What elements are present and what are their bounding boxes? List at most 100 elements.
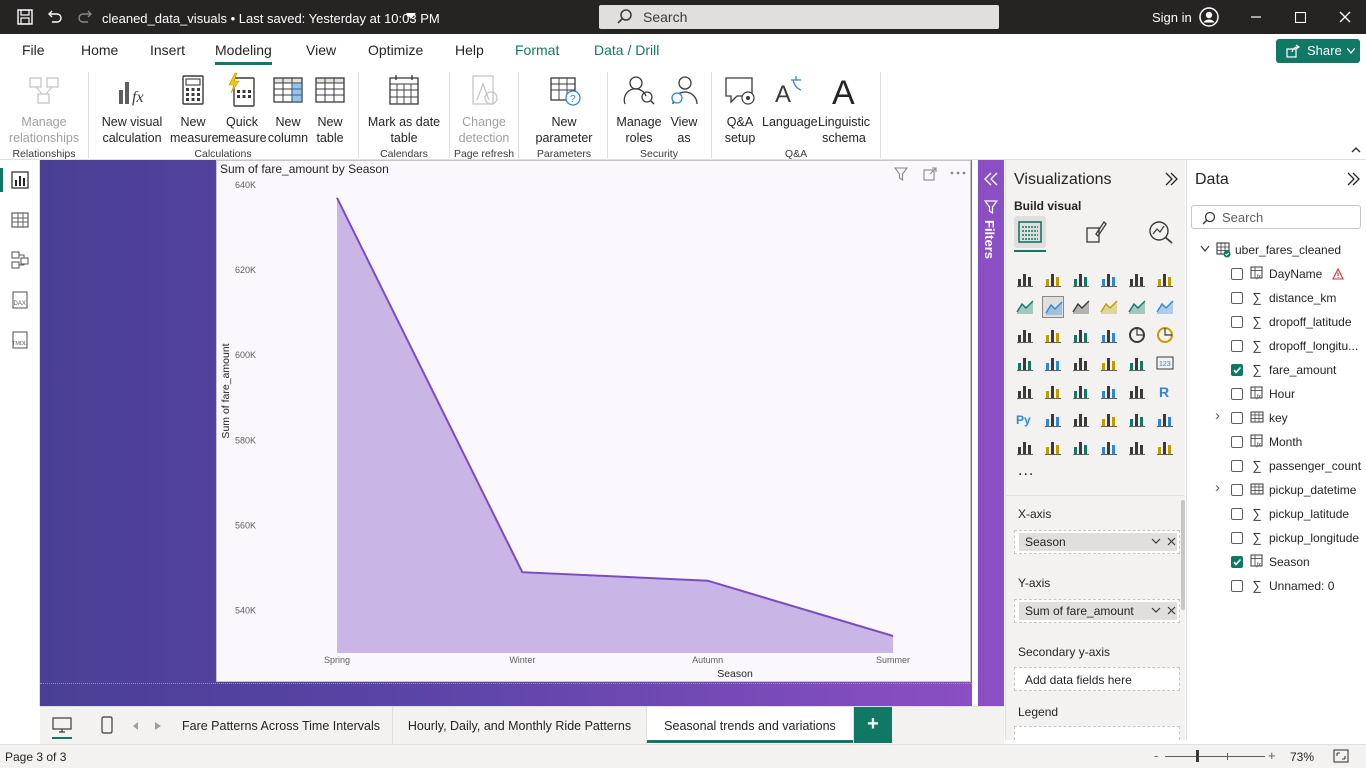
treemap-icon[interactable] xyxy=(1014,352,1036,374)
dax-query-view-icon[interactable]: DAX xyxy=(10,290,30,310)
ribbon-chart-icon[interactable] xyxy=(1014,324,1036,346)
account-icon[interactable] xyxy=(1199,7,1219,27)
report-view-icon[interactable] xyxy=(10,170,30,190)
share-button[interactable]: Share xyxy=(1276,39,1360,63)
qa-setup-button[interactable]: Q&A setup xyxy=(718,72,762,146)
button-slicer-icon[interactable] xyxy=(1070,436,1092,458)
field-checkbox[interactable] xyxy=(1231,292,1243,304)
paginated-report-icon[interactable] xyxy=(1014,436,1036,458)
field-item[interactable]: ∑ dropoff_latitude xyxy=(1187,310,1366,334)
secondary-y-axis-well[interactable]: Add data fields here xyxy=(1014,667,1180,691)
tab-home[interactable]: Home xyxy=(81,42,118,58)
maximize-icon[interactable] xyxy=(1295,12,1306,23)
legend-well[interactable] xyxy=(1014,726,1180,740)
key-influencers-icon[interactable] xyxy=(1042,408,1064,430)
stacked-column-chart-icon[interactable] xyxy=(1042,268,1064,290)
zoom-out-icon[interactable]: - xyxy=(1154,748,1158,763)
filter-icon[interactable] xyxy=(894,167,908,181)
stacked-area-chart-icon[interactable] xyxy=(1070,296,1092,318)
minimize-icon[interactable] xyxy=(1250,12,1262,22)
new-column-button[interactable]: New column xyxy=(266,72,310,146)
sign-in-link[interactable]: Sign in xyxy=(1152,10,1192,25)
field-checkbox[interactable] xyxy=(1231,412,1243,424)
view-as-button[interactable]: View as xyxy=(664,72,704,146)
multi-row-card-icon[interactable] xyxy=(1014,380,1036,402)
field-item[interactable]: ∑ pickup_longitude xyxy=(1187,526,1366,550)
chevron-down-icon[interactable] xyxy=(1200,245,1210,253)
chevron-down-icon[interactable] xyxy=(406,13,416,21)
quick-measure-button[interactable]: Quick measure xyxy=(218,72,267,146)
model-view-icon[interactable] xyxy=(10,250,30,270)
field-item[interactable]: fx Hour xyxy=(1187,382,1366,406)
page-tab[interactable]: Fare Patterns Across Time Intervals xyxy=(170,707,393,745)
field-item[interactable]: ∑ Unnamed: 0 xyxy=(1187,574,1366,598)
field-checkbox[interactable] xyxy=(1231,580,1243,592)
field-checkbox[interactable] xyxy=(1231,316,1243,328)
field-item[interactable]: › key xyxy=(1187,406,1366,430)
field-checkbox[interactable] xyxy=(1231,532,1243,544)
tab-view[interactable]: View xyxy=(306,42,336,58)
r-visual-icon[interactable]: R xyxy=(1154,380,1176,402)
azure-map-icon[interactable] xyxy=(1098,352,1120,374)
new-measure-button[interactable]: New measure xyxy=(170,72,219,146)
tab-optimize[interactable]: Optimize xyxy=(368,42,423,58)
save-icon[interactable] xyxy=(16,8,34,26)
clustered-column-chart-icon[interactable] xyxy=(1098,268,1120,290)
new-table-button[interactable]: New table xyxy=(310,72,350,146)
manage-relationships-button[interactable]: Manage relationships xyxy=(6,72,82,146)
page-tab-active[interactable]: Seasonal trends and variations xyxy=(647,707,854,745)
collapse-ribbon-icon[interactable] xyxy=(1351,146,1361,154)
field-checkbox[interactable] xyxy=(1231,340,1243,352)
previous-page-icon[interactable] xyxy=(133,722,139,730)
focus-mode-icon[interactable] xyxy=(923,167,937,181)
tab-modeling[interactable]: Modeling xyxy=(215,42,272,65)
area-chart-icon[interactable] xyxy=(1042,296,1064,318)
table-node[interactable]: uber_fares_cleaned xyxy=(1187,238,1366,262)
redo-icon[interactable] xyxy=(76,8,94,26)
field-checkbox[interactable] xyxy=(1231,484,1243,496)
search-input[interactable]: Search xyxy=(599,5,999,29)
smart-narrative-icon[interactable] xyxy=(1126,408,1148,430)
100-stacked-area-chart-icon[interactable] xyxy=(1098,296,1120,318)
filters-pane-collapsed[interactable]: Filters xyxy=(978,160,1004,706)
expand-icon[interactable]: › xyxy=(1215,479,1220,496)
document-title[interactable]: cleaned_data_visuals • Last saved: Yeste… xyxy=(102,11,440,26)
tab-file[interactable]: File xyxy=(22,42,45,58)
zoom-in-icon[interactable]: + xyxy=(1268,748,1276,763)
line-and-clustered-column-icon[interactable] xyxy=(1154,296,1176,318)
table-visual-icon[interactable] xyxy=(1098,380,1120,402)
chevron-down-icon[interactable] xyxy=(1151,607,1161,614)
mark-as-date-table-button[interactable]: Mark as date table xyxy=(364,72,444,146)
decomposition-tree-icon[interactable] xyxy=(1070,408,1092,430)
zoom-slider-thumb[interactable] xyxy=(1196,750,1199,762)
remove-field-icon[interactable] xyxy=(1167,606,1176,615)
pane-scrollbar[interactable] xyxy=(1181,500,1185,610)
tab-insert[interactable]: Insert xyxy=(150,42,185,58)
tmdl-view-icon[interactable]: TMDL xyxy=(10,330,30,350)
slicer-icon[interactable] xyxy=(1070,380,1092,402)
x-axis-field-pill[interactable]: Season xyxy=(1019,533,1177,551)
analytics-icon[interactable] xyxy=(1148,220,1174,244)
manage-roles-button[interactable]: Manage roles xyxy=(614,72,664,146)
expand-icon[interactable]: › xyxy=(1215,407,1220,424)
new-parameter-button[interactable]: ? New parameter xyxy=(524,72,604,146)
x-axis-well[interactable]: Season xyxy=(1014,530,1180,554)
tab-data-drill[interactable]: Data / Drill xyxy=(594,42,659,58)
next-page-icon[interactable] xyxy=(155,722,161,730)
power-automate-icon[interactable] xyxy=(1154,436,1176,458)
y-axis-field-pill[interactable]: Sum of fare_amount xyxy=(1019,602,1177,620)
new-visual-calculation-button[interactable]: fx New visual calculation xyxy=(96,72,168,146)
field-item[interactable]: ∑ dropoff_longitu... xyxy=(1187,334,1366,358)
line-chart-icon[interactable] xyxy=(1014,296,1036,318)
field-checkbox[interactable] xyxy=(1231,268,1243,280)
line-and-column-chart-icon[interactable] xyxy=(1126,296,1148,318)
remove-field-icon[interactable] xyxy=(1167,537,1176,546)
gauge-icon[interactable] xyxy=(1126,352,1148,374)
field-checkbox[interactable] xyxy=(1231,460,1243,472)
expand-filters-icon[interactable] xyxy=(983,172,999,186)
mobile-layout-icon[interactable] xyxy=(100,716,114,734)
arcgis-map-icon[interactable] xyxy=(1098,436,1120,458)
add-page-button[interactable]: + xyxy=(854,707,892,743)
python-visual-icon[interactable]: Py xyxy=(1014,408,1036,430)
desktop-layout-icon[interactable] xyxy=(52,717,72,733)
